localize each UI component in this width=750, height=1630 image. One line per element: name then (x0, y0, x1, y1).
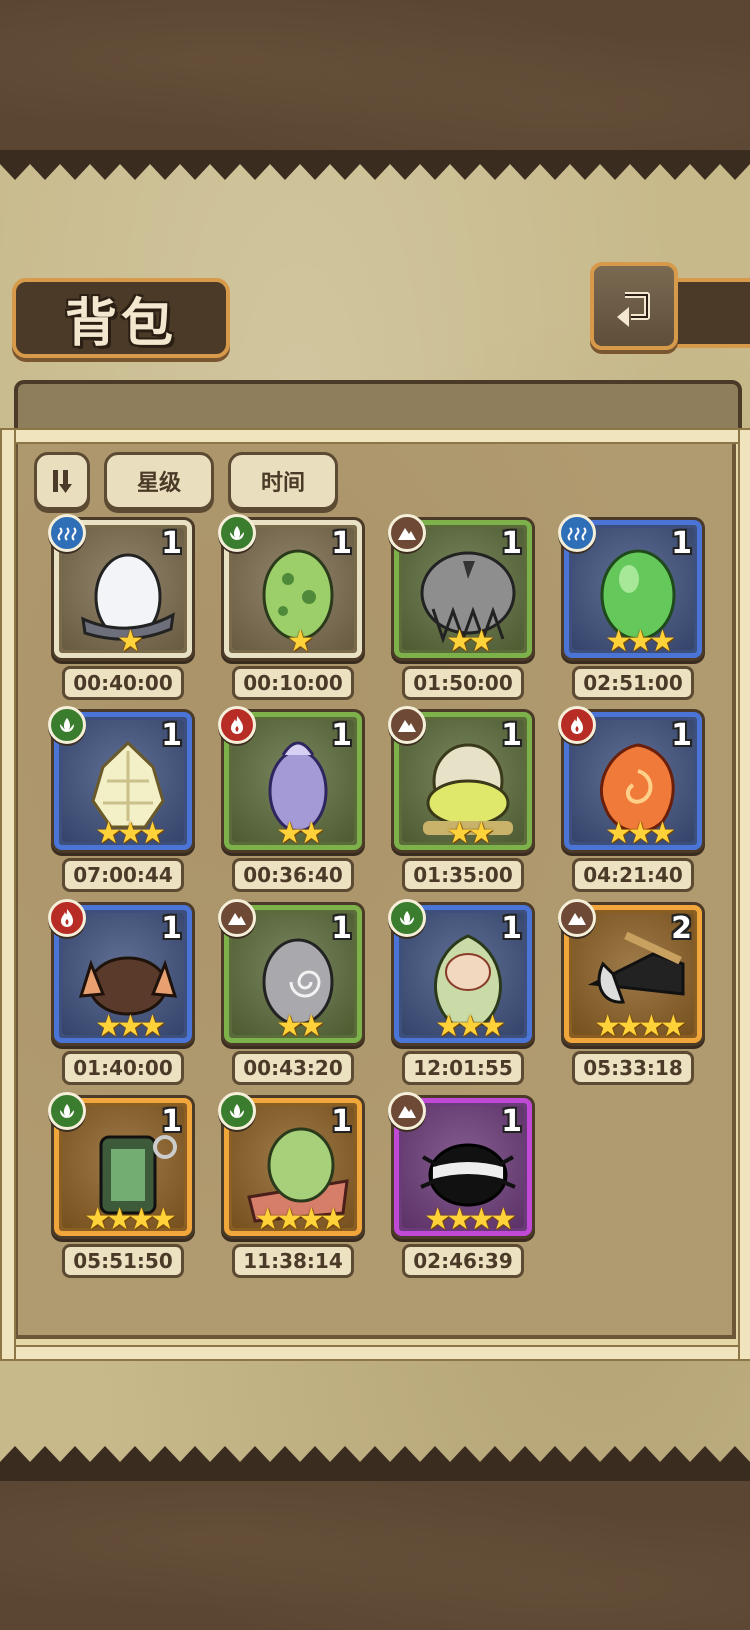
egg-count: 1 (331, 718, 352, 753)
egg-count: 1 (161, 718, 182, 753)
star-rating: ★★★ (95, 816, 166, 850)
star-rating: ★★ (446, 816, 495, 850)
hatch-timer: 12:01:55 (402, 1051, 524, 1085)
bottom-map-strip (0, 1475, 750, 1630)
earth-element-icon (388, 514, 426, 552)
hatch-timer: 05:33:18 (572, 1051, 694, 1085)
star-rating: ★ (117, 624, 144, 658)
egg-count: 1 (501, 1104, 522, 1139)
egg-card[interactable]: ★★★★ 1 02:46:39 (388, 1092, 532, 1294)
hatch-timer: 01:40:00 (62, 1051, 184, 1085)
star-rating: ★★★ (435, 1009, 506, 1043)
page-title: 背包 (64, 292, 177, 354)
return-arrow-icon (617, 292, 650, 327)
star-rating: ★★★★ (254, 1202, 347, 1236)
egg-count: 1 (501, 526, 522, 561)
egg-count: 1 (161, 1104, 182, 1139)
egg-count: 1 (161, 911, 182, 946)
star-rating: ★★★ (605, 816, 676, 850)
star-rating: ★★ (276, 816, 325, 850)
fire-element-icon (558, 706, 596, 744)
filter-star-label: 星级 (136, 471, 181, 496)
earth-element-icon (218, 899, 256, 937)
egg-count: 1 (161, 526, 182, 561)
water-element-icon (558, 514, 596, 552)
earth-element-icon (388, 1092, 426, 1130)
hatch-timer: 02:51:00 (572, 666, 694, 700)
earth-element-icon (558, 899, 596, 937)
egg-card[interactable]: ★★ 1 01:50:00 (388, 514, 532, 716)
bottom-zigzag-edge (0, 1446, 750, 1476)
filter-star-button[interactable]: 星级 (104, 452, 214, 510)
earth-element-icon (388, 706, 426, 744)
egg-card[interactable]: ★★ 1 00:43:20 (218, 899, 362, 1101)
top-zigzag-edge (0, 150, 750, 180)
fire-element-icon (218, 706, 256, 744)
hatch-timer: 02:46:39 (402, 1244, 524, 1278)
grass-element-icon (48, 706, 86, 744)
hatch-timer: 00:36:40 (232, 858, 354, 892)
star-rating: ★★★ (95, 1009, 166, 1043)
grass-element-icon (218, 1092, 256, 1130)
hatch-timer: 00:10:00 (232, 666, 354, 700)
sort-toggle-button[interactable] (34, 452, 90, 510)
egg-card[interactable]: ★★★★ 2 05:33:18 (558, 899, 702, 1101)
egg-count: 1 (331, 1104, 352, 1139)
star-rating: ★★ (446, 624, 495, 658)
panel-left-rail (0, 428, 16, 1361)
egg-count: 1 (501, 911, 522, 946)
hatch-timer: 07:00:44 (62, 858, 184, 892)
egg-card[interactable]: ★★ 1 00:36:40 (218, 706, 362, 908)
panel-top-rail (0, 428, 750, 444)
hatch-timer: 00:40:00 (62, 666, 184, 700)
filter-time-label: 时间 (260, 471, 305, 496)
egg-card[interactable]: ★★★ 1 07:00:44 (48, 706, 192, 908)
grass-element-icon (388, 899, 426, 937)
top-map-strip (0, 0, 750, 156)
hatch-timer: 11:38:14 (232, 1244, 354, 1278)
egg-card[interactable]: ★★★★ 1 05:51:50 (48, 1092, 192, 1294)
egg-count: 1 (331, 526, 352, 561)
grass-element-icon (218, 514, 256, 552)
hatch-timer: 05:51:50 (62, 1244, 184, 1278)
water-element-icon (48, 514, 86, 552)
panel-right-rail (738, 428, 750, 1361)
egg-count: 1 (331, 911, 352, 946)
egg-count: 1 (671, 718, 692, 753)
egg-card[interactable]: ★★★ 1 04:21:40 (558, 706, 702, 908)
hatch-timer: 01:35:00 (402, 858, 524, 892)
title-plaque: 背包 (12, 278, 230, 358)
egg-count: 1 (501, 718, 522, 753)
hatch-timer: 01:50:00 (402, 666, 524, 700)
egg-count: 1 (671, 526, 692, 561)
filter-time-button[interactable]: 时间 (228, 452, 338, 510)
star-rating: ★★★★ (84, 1202, 177, 1236)
star-rating: ★ (287, 624, 314, 658)
egg-card[interactable]: ★★★ 1 02:51:00 (558, 514, 702, 716)
star-rating: ★★ (276, 1009, 325, 1043)
fire-element-icon (48, 899, 86, 937)
star-rating: ★★★★ (424, 1202, 517, 1236)
egg-card[interactable]: ★★★ 1 12:01:55 (388, 899, 532, 1101)
egg-card[interactable]: ★ 1 00:40:00 (48, 514, 192, 716)
back-button[interactable] (590, 262, 678, 350)
egg-card[interactable]: ★★★ 1 01:40:00 (48, 899, 192, 1101)
panel-bottom-rail (0, 1345, 750, 1361)
hatch-timer: 00:43:20 (232, 1051, 354, 1085)
hatch-timer: 04:21:40 (572, 858, 694, 892)
star-rating: ★★★★ (594, 1009, 687, 1043)
egg-card[interactable]: ★ 1 00:10:00 (218, 514, 362, 716)
egg-count: 2 (671, 911, 692, 946)
star-rating: ★★★ (605, 624, 676, 658)
grass-element-icon (48, 1092, 86, 1130)
egg-card[interactable]: ★★ 1 01:35:00 (388, 706, 532, 908)
sort-order-icon (53, 470, 72, 493)
egg-card[interactable]: ★★★★ 1 11:38:14 (218, 1092, 362, 1294)
